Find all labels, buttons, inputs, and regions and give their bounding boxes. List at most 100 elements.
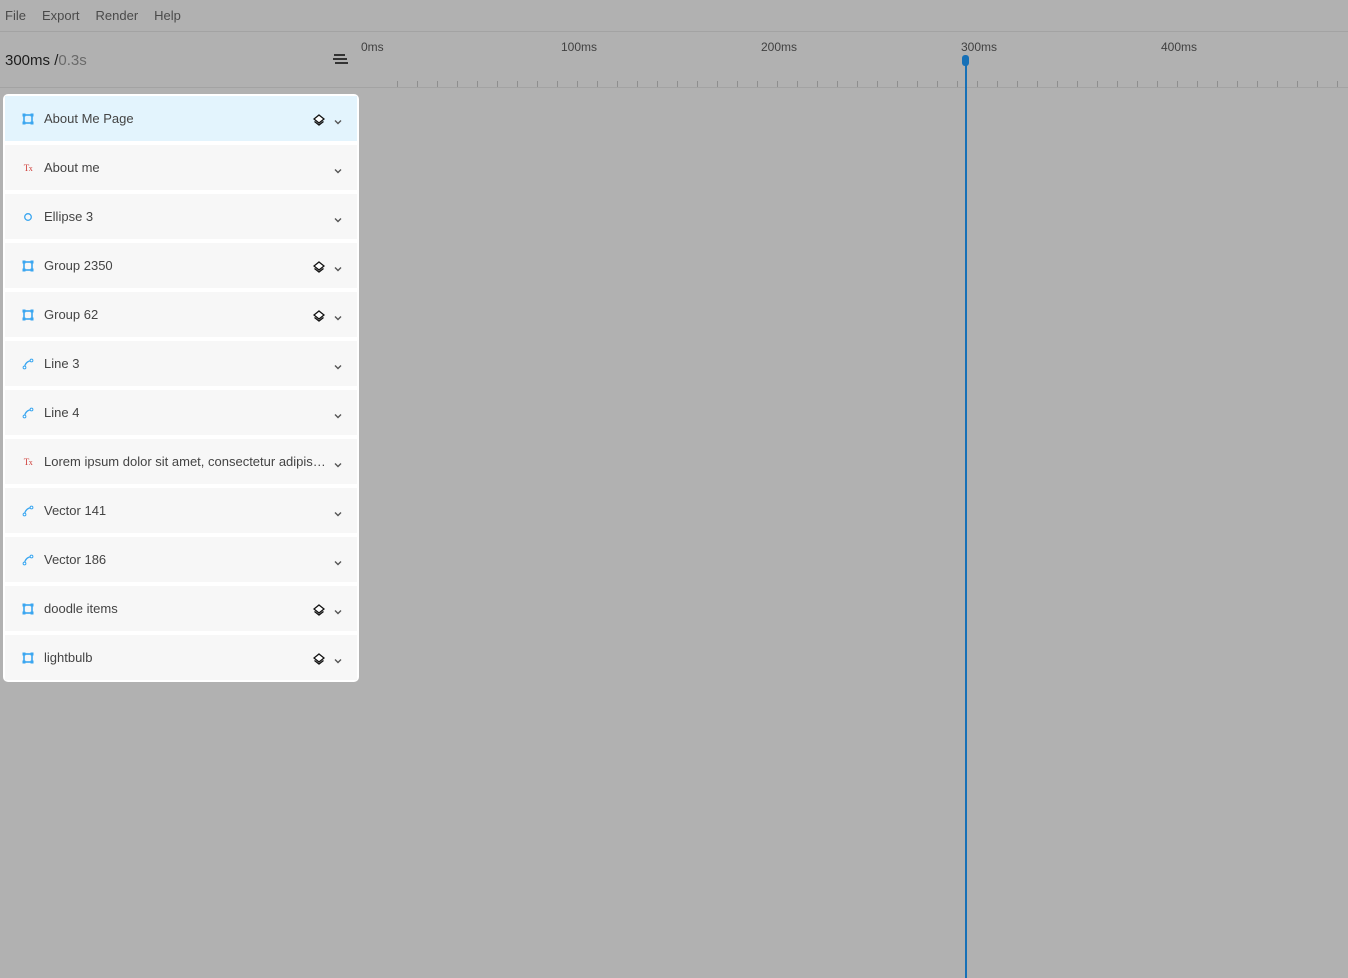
menu-export[interactable]: Export [42, 8, 80, 23]
frame-icon [22, 309, 34, 321]
ruler-tick [1297, 81, 1298, 87]
timeline-header: 300ms /0.3s 0ms 100ms 200ms 300ms 400ms [0, 33, 1348, 88]
layer-row[interactable]: Group 62 [5, 292, 357, 337]
ruler-tick [1157, 81, 1158, 87]
chevron-down-icon[interactable] [333, 604, 343, 614]
layer-label: Vector 186 [44, 552, 107, 567]
ruler-tick [597, 81, 598, 87]
ruler-tick [397, 81, 398, 87]
list-toggle-icon[interactable] [332, 53, 349, 67]
ruler-tick [817, 81, 818, 87]
ruler-tick [797, 81, 798, 87]
layer-row[interactable]: Group 2350 [5, 243, 357, 288]
chevron-down-icon[interactable] [333, 114, 343, 124]
layer-label: Lorem ipsum dolor sit amet, consectetur … [44, 454, 328, 469]
layer-label: Line 3 [44, 356, 80, 371]
frame-icon [22, 652, 34, 664]
ellipse-icon [22, 211, 34, 223]
chevron-down-icon[interactable] [333, 555, 343, 565]
ruler-tick [1197, 81, 1198, 87]
ruler-tick [457, 81, 458, 87]
ruler-tick [857, 81, 858, 87]
ruler-tick [957, 81, 958, 87]
layer-label: lightbulb [44, 650, 93, 665]
ruler-tick [877, 81, 878, 87]
playhead-line [965, 58, 967, 978]
layer-label: Ellipse 3 [44, 209, 94, 224]
layer-label: About me [44, 160, 100, 175]
ruler-tick [1117, 81, 1118, 87]
layer-row[interactable]: Vector 141 [5, 488, 357, 533]
chevron-down-icon[interactable] [333, 506, 343, 516]
layer-row[interactable]: doodle items [5, 586, 357, 631]
layer-row[interactable]: Tx Lorem ipsum dolor sit amet, consectetu… [5, 439, 357, 484]
text-icon: Tx [23, 456, 33, 467]
path-icon [22, 554, 34, 566]
current-time: 300ms / [5, 52, 59, 69]
ruler-tick [697, 81, 698, 87]
ruler-tick [497, 81, 498, 87]
layer-row[interactable]: About Me Page [5, 96, 357, 141]
ruler-tick [1097, 81, 1098, 87]
layers-icon[interactable] [312, 652, 326, 665]
menu-render[interactable]: Render [96, 8, 139, 23]
ruler-tick [1017, 81, 1018, 87]
ruler-tick [1057, 81, 1058, 87]
layer-label: doodle items [44, 601, 118, 616]
layer-row[interactable]: Tx About me [5, 145, 357, 190]
ruler-tick [1217, 81, 1218, 87]
chevron-down-icon[interactable] [333, 261, 343, 271]
total-duration: 0.3s [58, 52, 87, 69]
chevron-down-icon[interactable] [333, 212, 343, 222]
layer-row[interactable]: Vector 186 [5, 537, 357, 582]
layer-label: Line 4 [44, 405, 80, 420]
ruler-label: 400ms [1161, 40, 1198, 54]
ruler-tick [557, 81, 558, 87]
chevron-down-icon[interactable] [333, 163, 343, 173]
chevron-down-icon[interactable] [333, 359, 343, 369]
layer-row[interactable]: Line 4 [5, 390, 357, 435]
menu-help[interactable]: Help [154, 8, 181, 23]
layer-row[interactable]: Ellipse 3 [5, 194, 357, 239]
chevron-down-icon[interactable] [333, 653, 343, 663]
frame-icon [22, 603, 34, 615]
ruler-tick [1257, 81, 1258, 87]
layers-icon[interactable] [312, 113, 326, 126]
ruler-tick [477, 81, 478, 87]
layer-label: Group 2350 [44, 258, 113, 273]
layers-icon[interactable] [312, 603, 326, 616]
layers-icon[interactable] [312, 309, 326, 322]
ruler-tick [617, 81, 618, 87]
ruler-tick [997, 81, 998, 87]
playhead-handle[interactable] [962, 55, 969, 66]
ruler-tick [737, 81, 738, 87]
menu-bar: File Export Render Help [0, 0, 1348, 32]
ruler-tick [437, 81, 438, 87]
layer-row[interactable]: lightbulb [5, 635, 357, 680]
ruler-tick [717, 81, 718, 87]
ruler-tick [537, 81, 538, 87]
ruler-tick [757, 81, 758, 87]
menu-file[interactable]: File [5, 8, 26, 23]
path-icon [22, 505, 34, 517]
ruler-tick [1277, 81, 1278, 87]
layer-label: About Me Page [44, 111, 134, 126]
layer-row[interactable]: Line 3 [5, 341, 357, 386]
ruler-tick [837, 81, 838, 87]
path-icon [22, 407, 34, 419]
ruler-label: 300ms [961, 40, 998, 54]
ruler-tick [417, 81, 418, 87]
time-ruler[interactable]: 0ms 100ms 200ms 300ms 400ms [360, 33, 1348, 88]
chevron-down-icon[interactable] [333, 408, 343, 418]
ruler-tick [937, 81, 938, 87]
layers-panel: About Me Page Tx About me Ellipse 3 Group 23… [3, 94, 359, 682]
text-icon: Tx [23, 162, 33, 173]
ruler-tick [637, 81, 638, 87]
chevron-down-icon[interactable] [333, 310, 343, 320]
ruler-label: 100ms [561, 40, 598, 54]
ruler-tick [977, 81, 978, 87]
ruler-tick [1077, 81, 1078, 87]
chevron-down-icon[interactable] [333, 457, 343, 467]
layers-icon[interactable] [312, 260, 326, 273]
ruler-tick [917, 81, 918, 87]
